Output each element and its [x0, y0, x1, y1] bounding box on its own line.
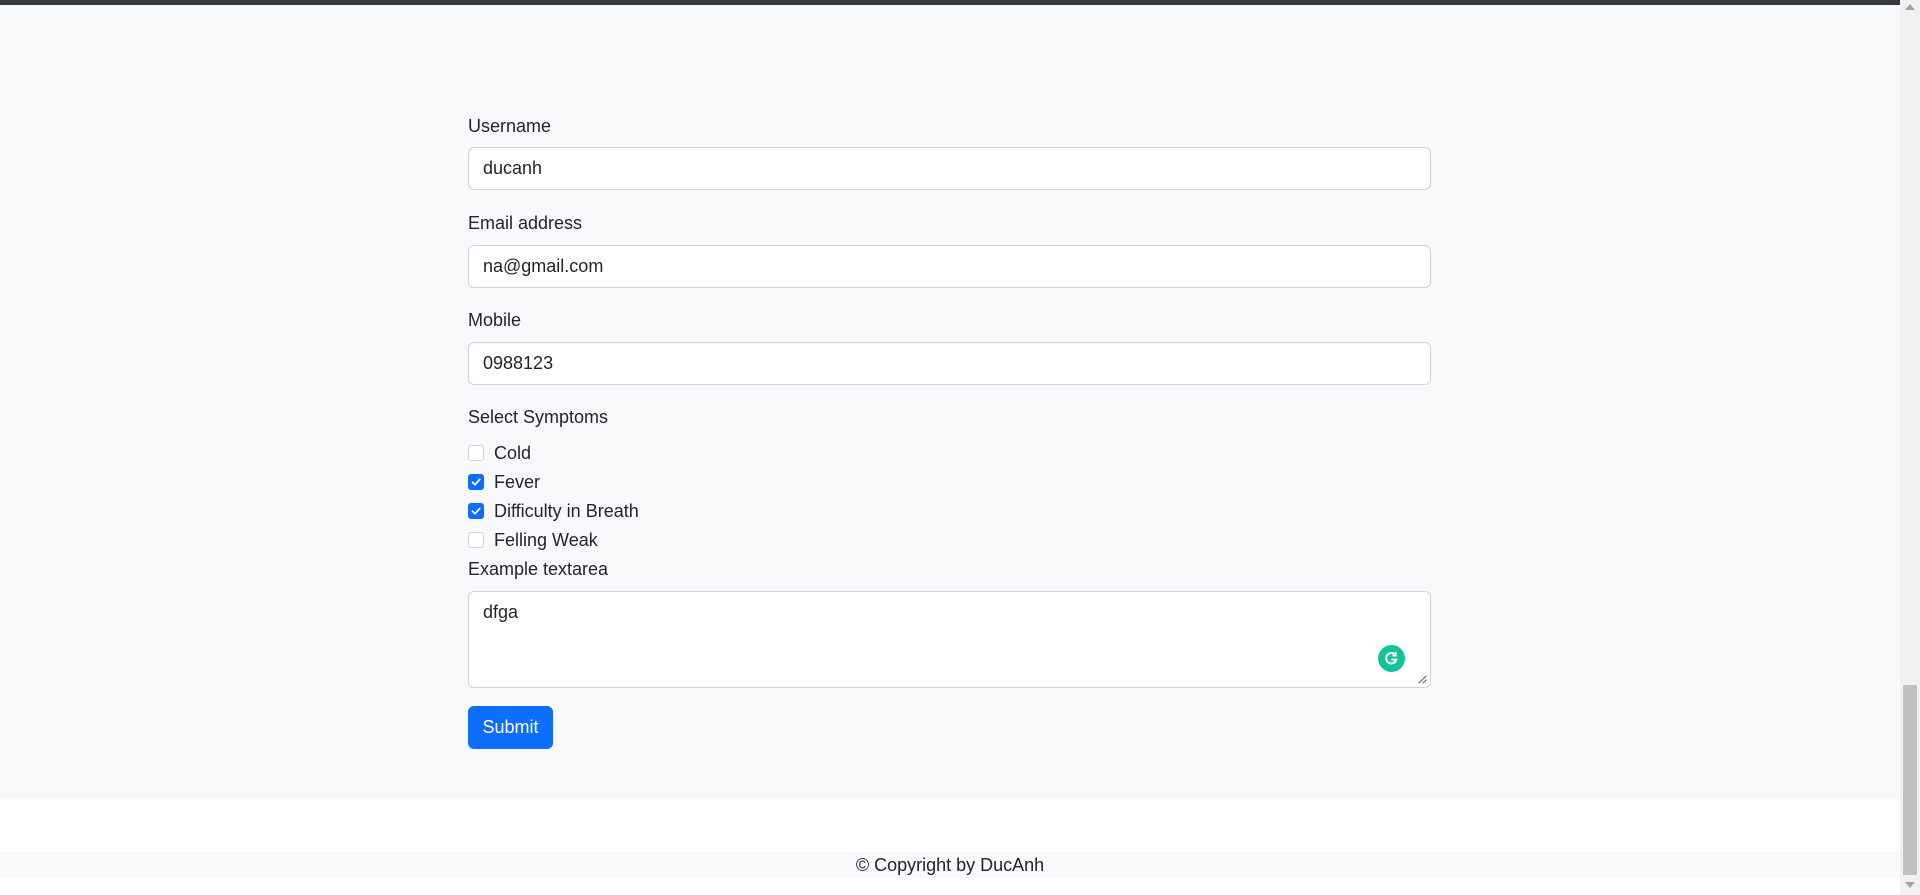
resize-handle-icon[interactable] [1417, 674, 1427, 684]
checkbox-fever[interactable] [468, 474, 484, 490]
page-area: Username Email address Mobile Select Sym… [0, 5, 1900, 799]
check-icon [471, 507, 481, 515]
vertical-scrollbar[interactable] [1900, 0, 1920, 895]
textarea-label: Example textarea [468, 559, 609, 579]
symptom-option-difficulty-breath[interactable]: Difficulty in Breath [468, 500, 639, 522]
submit-button[interactable]: Submit [468, 706, 553, 749]
example-textarea[interactable]: dfga [468, 591, 1431, 688]
footer-copyright: © Copyright by DucAnh [855, 854, 1045, 875]
grammarly-g-icon [1385, 651, 1398, 665]
checkbox-label: Felling Weak [494, 529, 598, 550]
username-label: Username [468, 116, 552, 136]
mobile-input[interactable] [468, 342, 1431, 385]
symptom-option-felling-weak[interactable]: Felling Weak [468, 529, 598, 551]
scrollbar-thumb[interactable] [1903, 685, 1917, 875]
checkbox-cold[interactable] [468, 445, 484, 461]
checkbox-difficulty-breath[interactable] [468, 503, 484, 519]
check-icon [471, 478, 481, 486]
checkbox-label: Fever [494, 471, 541, 492]
checkbox-felling-weak[interactable] [468, 532, 484, 548]
symptom-option-cold[interactable]: Cold [468, 442, 531, 464]
symptom-option-fever[interactable]: Fever [468, 471, 540, 493]
scroll-down-arrow-icon[interactable] [1905, 882, 1915, 888]
footer: © Copyright by DucAnh [0, 852, 1900, 878]
scroll-up-arrow-icon[interactable] [1905, 4, 1915, 10]
mobile-label: Mobile [468, 310, 522, 330]
checkbox-label: Difficulty in Breath [494, 500, 639, 521]
username-input[interactable] [468, 147, 1431, 190]
checkbox-label: Cold [494, 442, 532, 463]
symptoms-label: Select Symptoms [468, 407, 609, 427]
email-input[interactable] [468, 245, 1431, 288]
page-gap [0, 799, 1900, 852]
email-label: Email address [468, 213, 583, 233]
grammarly-icon[interactable] [1378, 645, 1405, 672]
